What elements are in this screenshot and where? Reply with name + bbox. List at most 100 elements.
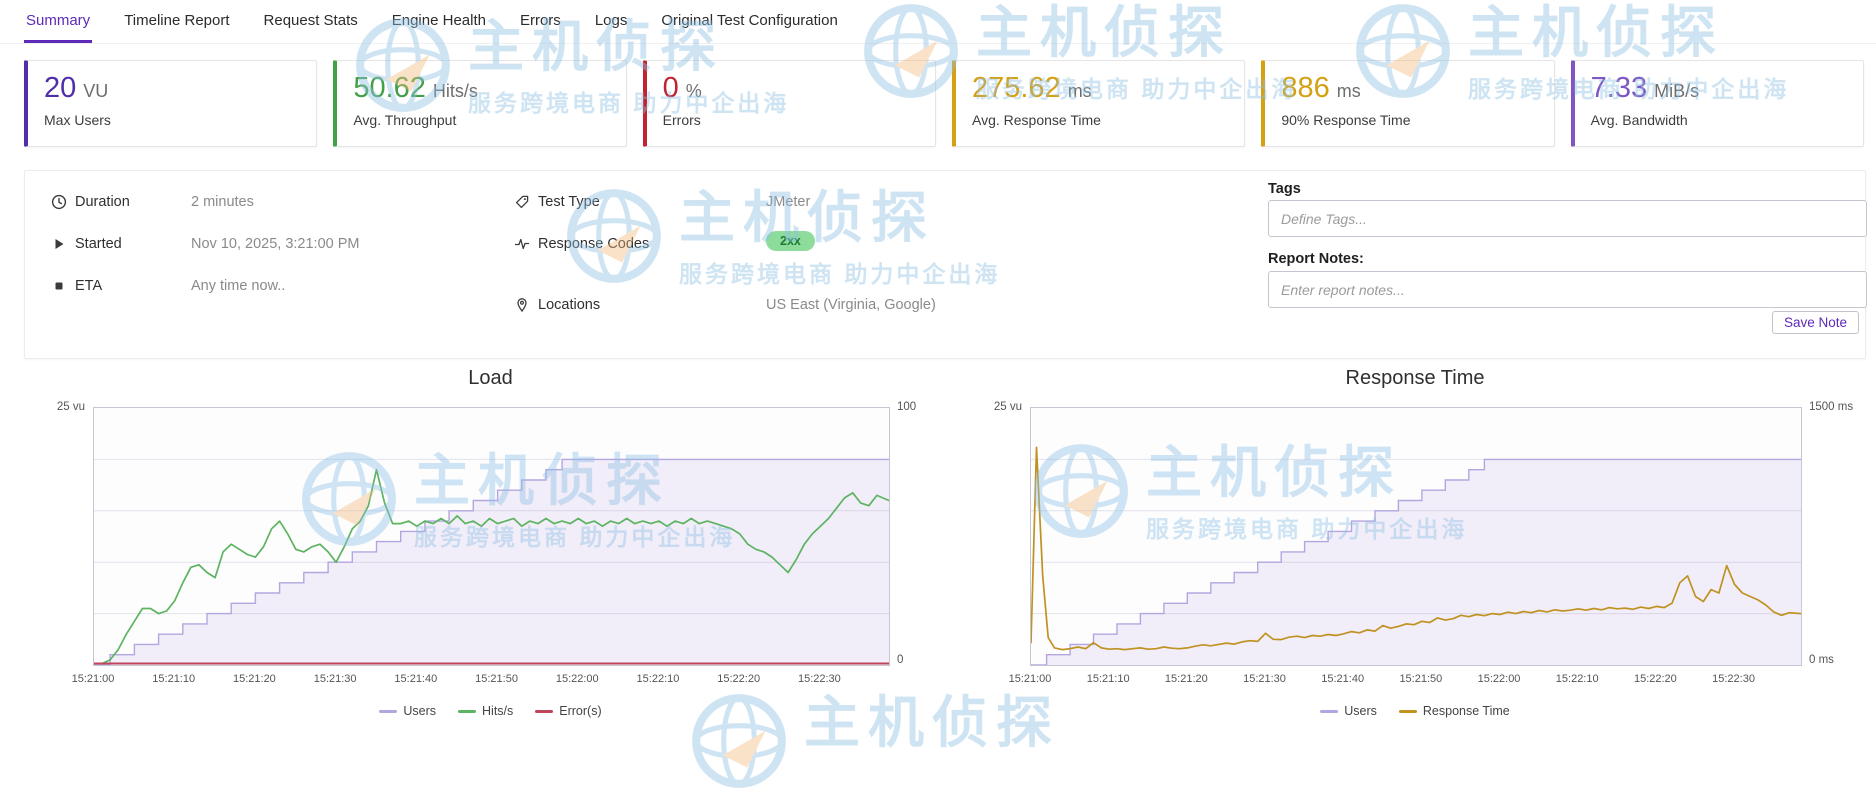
- x-axis-tick-label: 15:21:50: [1386, 673, 1456, 685]
- legend-swatch: [1399, 710, 1417, 713]
- chart-title-response: Response Time: [1030, 367, 1800, 390]
- kpi-card-errors: 0% Errors: [643, 60, 936, 147]
- tab-original-test-configuration[interactable]: Original Test Configuration: [659, 0, 839, 43]
- tab-request-stats[interactable]: Request Stats: [262, 0, 360, 43]
- chart-plot-load[interactable]: [93, 407, 890, 666]
- legend-label: Users: [1344, 704, 1377, 718]
- x-axis-tick-label: 15:21:00: [58, 673, 128, 685]
- legend-item-users[interactable]: Users: [379, 704, 436, 718]
- pulse-icon: [514, 236, 530, 252]
- kpi-value: 0: [663, 71, 679, 105]
- tab-summary[interactable]: Summary: [24, 0, 92, 43]
- test-type-label: Test Type: [538, 194, 600, 210]
- kpi-unit: MiB/s: [1654, 81, 1699, 102]
- x-axis-tick-label: 15:21:50: [462, 673, 532, 685]
- kpi-unit: ms: [1337, 81, 1361, 102]
- report-notes-input[interactable]: [1268, 271, 1867, 308]
- x-axis-tick-label: 15:22:20: [1620, 673, 1690, 685]
- kpi-unit: %: [686, 81, 702, 102]
- chart-legend-load: Users Hits/s Error(s): [93, 704, 888, 718]
- response-codes-value: 2xx: [766, 230, 815, 252]
- status-badge-2xx[interactable]: 2xx: [766, 231, 815, 251]
- test-type-row: Test Type: [514, 191, 600, 213]
- tab-timeline-report[interactable]: Timeline Report: [122, 0, 231, 43]
- tab-engine-health[interactable]: Engine Health: [390, 0, 488, 43]
- x-axis-tick-label: 15:22:30: [784, 673, 854, 685]
- kpi-label: Errors: [663, 112, 919, 128]
- kpi-label: 90% Response Time: [1281, 112, 1537, 128]
- test-type-value: JMeter: [766, 191, 810, 213]
- kpi-value: 50.62: [353, 71, 426, 105]
- locations-row: Locations: [514, 294, 600, 316]
- x-axis-tick-label: 15:21:30: [1230, 673, 1300, 685]
- kpi-cards-row: 20VU Max Users 50.62 Hits/s Avg. Throughp…: [24, 60, 1864, 147]
- x-axis-tick-label: 15:22:30: [1699, 673, 1769, 685]
- kpi-unit: Hits/s: [433, 81, 478, 102]
- eta-row: ETA: [51, 275, 102, 297]
- x-axis-tick-label: 15:21:20: [1151, 673, 1221, 685]
- play-icon: [51, 236, 67, 252]
- y-axis-left-label: 25 vu: [950, 401, 1022, 413]
- legend-swatch: [458, 710, 476, 713]
- tags-label: Tags: [1268, 181, 1301, 197]
- legend-swatch: [535, 710, 553, 713]
- locations-label: Locations: [538, 297, 600, 313]
- chart-legend-response: Users Response Time: [1030, 704, 1800, 718]
- x-axis-tick-label: 15:22:10: [1542, 673, 1612, 685]
- x-axis-tick-label: 15:21:30: [300, 673, 370, 685]
- kpi-label: Max Users: [44, 112, 300, 128]
- kpi-value: 886: [1281, 71, 1329, 105]
- x-axis-tick-label: 15:21:40: [1308, 673, 1378, 685]
- kpi-label: Avg. Throughput: [353, 112, 609, 128]
- x-axis-tick-label: 15:21:40: [381, 673, 451, 685]
- legend-label: Response Time: [1423, 704, 1510, 718]
- kpi-card-avg-bandwidth: 7.33MiB/s Avg. Bandwidth: [1571, 60, 1864, 147]
- kpi-unit: VU: [83, 81, 108, 102]
- stop-icon: [51, 278, 67, 294]
- x-axis-tick-label: 15:21:20: [219, 673, 289, 685]
- started-value: Nov 10, 2025, 3:21:00 PM: [191, 233, 359, 255]
- test-info-panel: Duration 2 minutes Started Nov 10, 2025,…: [24, 170, 1866, 359]
- kpi-card-avg-throughput: 50.62 Hits/s Avg. Throughput: [333, 60, 626, 147]
- eta-label: ETA: [75, 278, 102, 294]
- kpi-label: Avg. Response Time: [972, 112, 1228, 128]
- duration-row: Duration: [51, 191, 130, 213]
- x-axis-tick-label: 15:22:10: [623, 673, 693, 685]
- legend-label: Error(s): [559, 704, 601, 718]
- y-axis-right-bottom-label: 0: [897, 654, 903, 666]
- legend-label: Hits/s: [482, 704, 513, 718]
- legend-label: Users: [403, 704, 436, 718]
- legend-item-hits-s[interactable]: Hits/s: [458, 704, 513, 718]
- x-axis-tick-label: 15:21:10: [139, 673, 209, 685]
- tags-input[interactable]: [1268, 200, 1867, 237]
- kpi-value: 275.62: [972, 71, 1061, 105]
- legend-swatch: [1320, 710, 1338, 713]
- legend-item-error-s-[interactable]: Error(s): [535, 704, 601, 718]
- y-axis-right-bottom-label: 0 ms: [1809, 654, 1834, 666]
- legend-swatch: [379, 710, 397, 713]
- duration-value: 2 minutes: [191, 191, 254, 213]
- clock-icon: [51, 194, 67, 210]
- kpi-unit: ms: [1068, 81, 1092, 102]
- x-axis-tick-label: 15:21:10: [1073, 673, 1143, 685]
- response-codes-label: Response Codes: [538, 236, 649, 252]
- tag-icon: [514, 194, 530, 210]
- legend-item-users[interactable]: Users: [1320, 704, 1377, 718]
- report-tab-bar: Summary Timeline Report Request Stats En…: [0, 0, 1876, 44]
- chart-plot-response[interactable]: [1030, 407, 1802, 666]
- x-axis-tick-label: 15:21:00: [995, 673, 1065, 685]
- kpi-value: 7.33: [1591, 71, 1647, 105]
- started-row: Started: [51, 233, 122, 255]
- tab-errors[interactable]: Errors: [518, 0, 563, 43]
- x-axis-tick-label: 15:22:20: [704, 673, 774, 685]
- report-notes-label: Report Notes:: [1268, 251, 1364, 267]
- chart-title-load: Load: [93, 367, 888, 390]
- kpi-card-max-users: 20VU Max Users: [24, 60, 317, 147]
- save-note-button[interactable]: Save Note: [1772, 311, 1859, 334]
- legend-item-response-time[interactable]: Response Time: [1399, 704, 1510, 718]
- x-axis-tick-label: 15:22:00: [542, 673, 612, 685]
- kpi-card-avg-response-time: 275.62 ms Avg. Response Time: [952, 60, 1245, 147]
- y-axis-right-top-label: 100: [897, 401, 916, 413]
- y-axis-right-top-label: 1500 ms: [1809, 401, 1853, 413]
- tab-logs[interactable]: Logs: [593, 0, 630, 43]
